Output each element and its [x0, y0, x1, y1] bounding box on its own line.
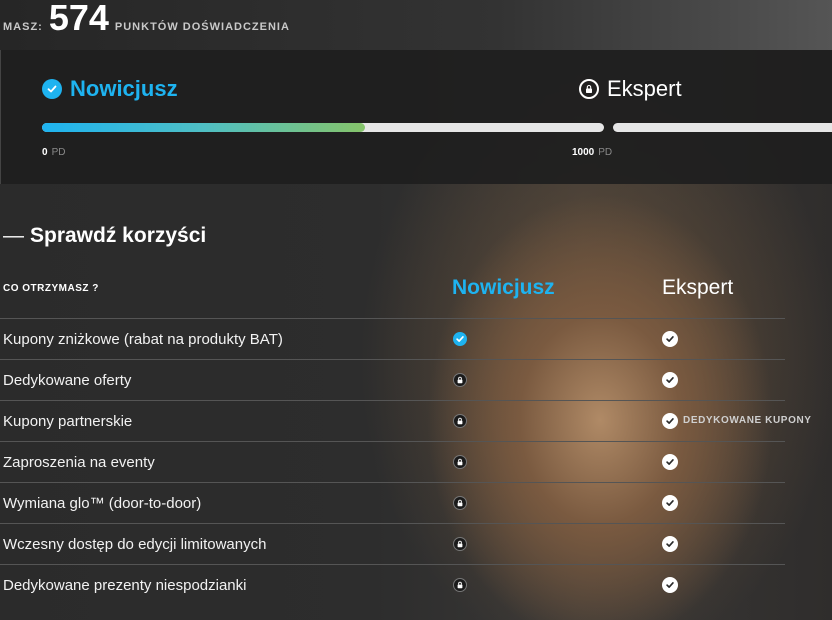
benefits-heading: — Sprawdź korzyści: [3, 224, 206, 248]
progress-track-next: [613, 123, 832, 132]
tick-end: 1000 PD: [572, 147, 612, 158]
check-icon: [662, 454, 678, 470]
check-icon: [662, 413, 678, 429]
table-row: Kupony partnerskie DEDYKOWANE KUPONY: [0, 400, 811, 441]
tick-end-value: 1000: [572, 147, 595, 158]
tick-unit: PD: [51, 147, 66, 158]
benefit-label: Dedykowane prezenty niespodzianki: [3, 577, 247, 594]
points-value: 574: [48, 0, 109, 38]
current-level: Nowicjusz: [42, 76, 178, 102]
lock-icon: [453, 373, 467, 387]
benefit-label: Wczesny dostęp do edycji limitowanych: [3, 536, 267, 553]
lock-icon: [453, 455, 467, 469]
benefit-label: Zaproszenia na eventy: [3, 454, 155, 471]
tick-unit: PD: [598, 147, 613, 158]
table-row: Zaproszenia na eventy: [0, 441, 785, 482]
next-level: Ekspert: [579, 76, 682, 102]
check-icon: [662, 331, 678, 347]
check-icon: [42, 79, 62, 99]
benefit-label: Dedykowane oferty: [3, 372, 132, 389]
lock-icon: [453, 414, 467, 428]
column-header-level1: Nowicjusz: [452, 276, 555, 299]
benefit-label: Kupony zniżkowe (rabat na produkty BAT): [3, 331, 283, 348]
check-icon: [662, 577, 678, 593]
benefit-note: DEDYKOWANE KUPONY: [683, 415, 812, 426]
table-row: Dedykowane oferty: [0, 359, 785, 400]
check-icon: [662, 536, 678, 552]
table-row: Kupony zniżkowe (rabat na produkty BAT): [0, 318, 785, 359]
heading-dash: —: [3, 224, 24, 247]
points-unit: PUNKTÓW DOŚWIADCZENIA: [114, 21, 290, 33]
points-label: MASZ:: [3, 21, 43, 33]
lock-icon: [453, 578, 467, 592]
level-progress-panel: Nowicjusz Ekspert 0 PD 1000 PD: [0, 50, 832, 184]
progress-fill: [42, 123, 365, 132]
tick-start: 0 PD: [42, 147, 65, 158]
benefits-heading-text: Sprawdź korzyści: [30, 224, 207, 247]
points-summary: MASZ: 574 PUNKTÓW DOŚWIADCZENIA: [0, 0, 290, 40]
table-row: Dedykowane prezenty niespodzianki: [0, 564, 785, 605]
check-icon: [662, 372, 678, 388]
benefits-table: Kupony zniżkowe (rabat na produkty BAT) D…: [0, 318, 811, 605]
lock-icon: [579, 79, 599, 99]
benefit-label: Kupony partnerskie: [3, 413, 133, 430]
progress-track: [42, 123, 604, 132]
column-header-benefit: CO OTRZYMASZ ?: [3, 283, 99, 294]
lock-icon: [453, 496, 467, 510]
check-icon: [662, 495, 678, 511]
benefit-label: Wymiana glo™ (door-to-door): [3, 495, 202, 512]
table-row: Wymiana glo™ (door-to-door): [0, 482, 785, 523]
check-icon: [453, 332, 467, 346]
current-level-label: Nowicjusz: [70, 76, 178, 101]
column-header-level2: Ekspert: [662, 276, 734, 299]
next-level-label: Ekspert: [607, 76, 682, 101]
tick-start-value: 0: [42, 147, 48, 158]
table-row: Wczesny dostęp do edycji limitowanych: [0, 523, 785, 564]
lock-icon: [453, 537, 467, 551]
